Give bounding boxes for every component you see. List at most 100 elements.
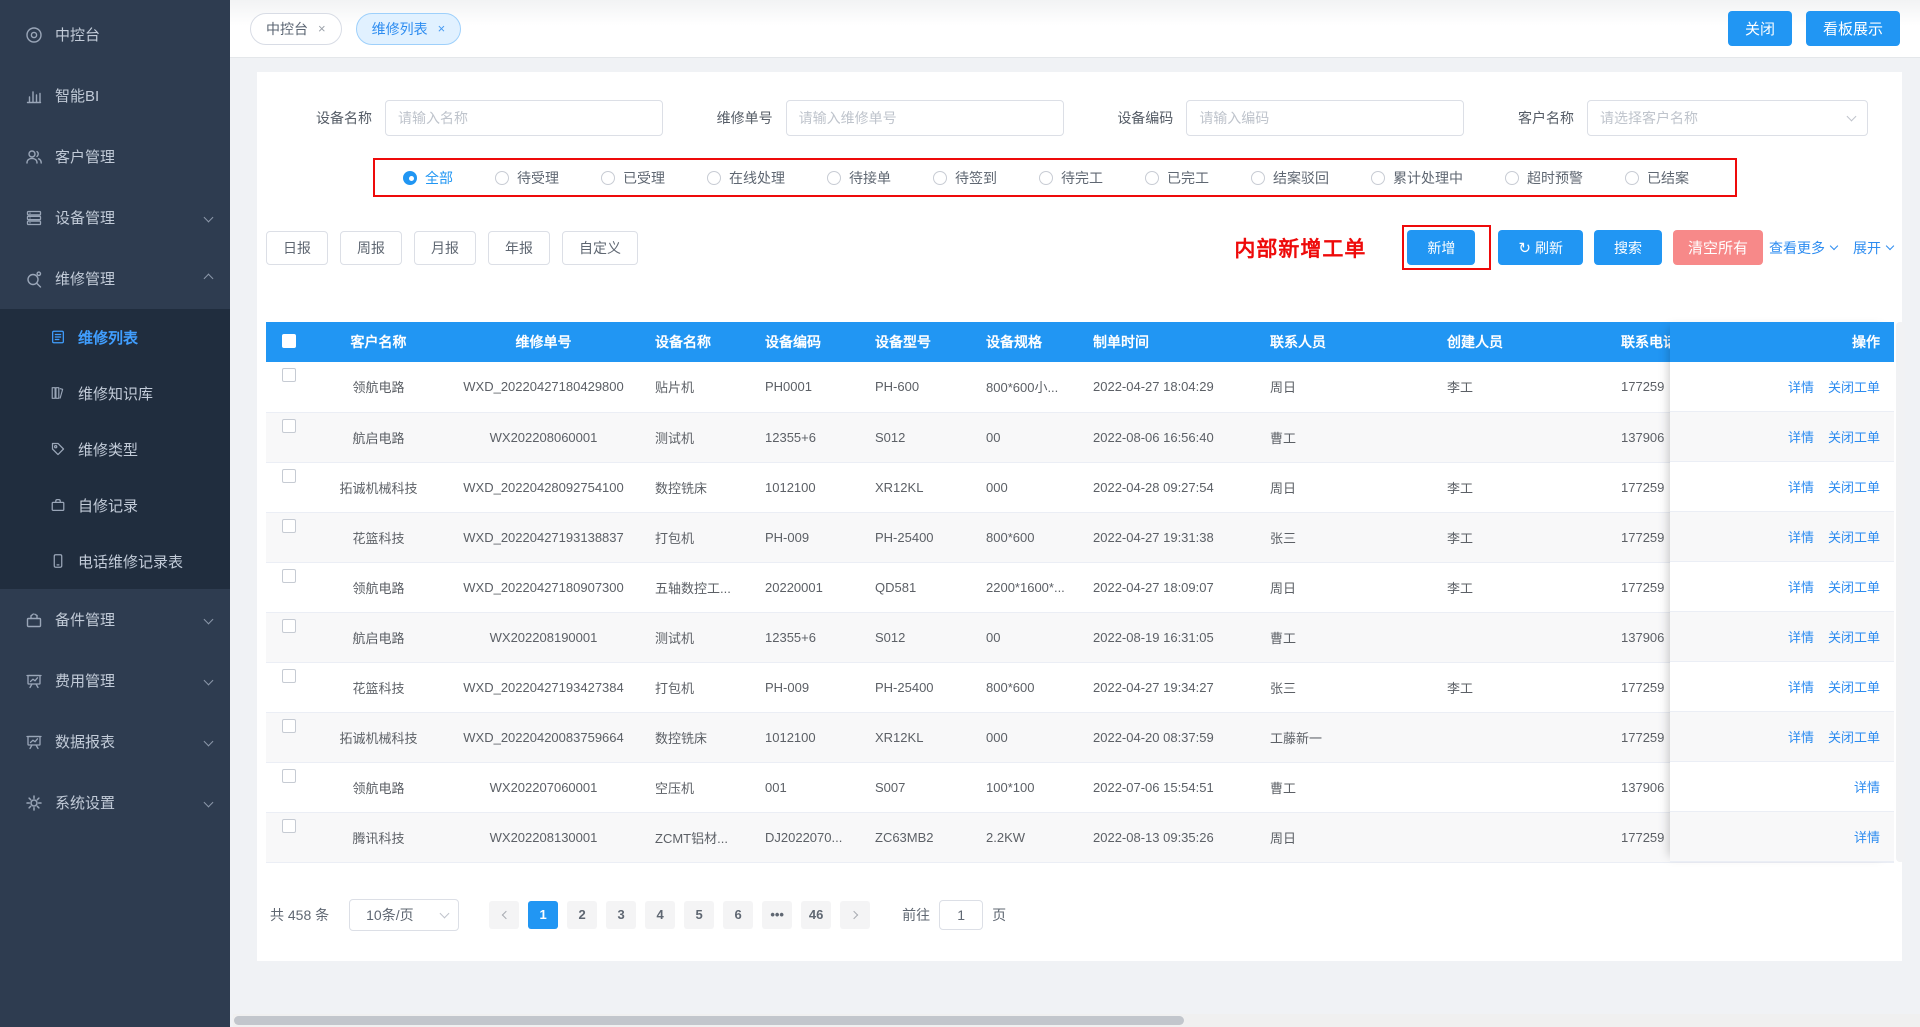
detail-link[interactable]: 详情: [1788, 377, 1814, 396]
close-order-link[interactable]: 关闭工单: [1828, 427, 1880, 446]
tab-console[interactable]: 中控台 ×: [250, 13, 342, 45]
sidebar-item-customers[interactable]: 客户管理: [0, 126, 230, 187]
device-name-input[interactable]: [385, 100, 663, 136]
close-order-link[interactable]: 关闭工单: [1828, 527, 1880, 546]
sidebar-item-spare-parts[interactable]: 备件管理: [0, 589, 230, 650]
cell-device-code: 12355+6: [751, 412, 861, 462]
detail-link[interactable]: 详情: [1854, 827, 1880, 846]
close-icon[interactable]: ×: [438, 21, 446, 36]
add-button[interactable]: 新增: [1407, 230, 1475, 265]
sidebar-item-console[interactable]: 中控台: [0, 4, 230, 65]
close-order-link[interactable]: 关闭工单: [1828, 577, 1880, 596]
detail-link[interactable]: 详情: [1788, 627, 1814, 646]
tab-repair-list[interactable]: 维修列表 ×: [356, 13, 462, 45]
status-radio[interactable]: 已受理: [601, 168, 665, 188]
clear-all-button[interactable]: 清空所有: [1673, 230, 1763, 265]
report-range-button[interactable]: 日报: [266, 231, 328, 265]
sidebar-item-settings[interactable]: 系统设置: [0, 772, 230, 833]
status-radio[interactable]: 累计处理中: [1371, 168, 1463, 188]
sidebar-item-repair[interactable]: 维修管理: [0, 248, 230, 309]
row-checkbox[interactable]: [282, 519, 296, 533]
page-number-button[interactable]: 1: [528, 901, 558, 929]
sidebar-item-reports[interactable]: 数据报表: [0, 711, 230, 772]
prev-page-button[interactable]: [489, 901, 519, 929]
view-more-link[interactable]: 查看更多: [1769, 238, 1837, 258]
status-radio[interactable]: 超时预警: [1505, 168, 1583, 188]
row-checkbox[interactable]: [282, 368, 296, 382]
status-radio[interactable]: 已完工: [1145, 168, 1209, 188]
status-radio[interactable]: 待受理: [495, 168, 559, 188]
column-header: 客户名称: [311, 322, 446, 362]
goto-page-input[interactable]: [939, 900, 983, 930]
refresh-button[interactable]: ↻ 刷新: [1498, 230, 1583, 265]
select-all-checkbox[interactable]: [282, 334, 296, 348]
row-checkbox[interactable]: [282, 819, 296, 833]
detail-link[interactable]: 详情: [1788, 577, 1814, 596]
vertical-scrollbar[interactable]: [1896, 322, 1905, 862]
page-number-button[interactable]: 5: [684, 901, 714, 929]
page-number-button[interactable]: 2: [567, 901, 597, 929]
report-range-button[interactable]: 月报: [414, 231, 476, 265]
repair-order-input[interactable]: [786, 100, 1064, 136]
detail-link[interactable]: 详情: [1788, 677, 1814, 696]
status-radio[interactable]: 结案驳回: [1251, 168, 1329, 188]
sidebar-item-repair-knowledge[interactable]: 维修知识库: [0, 365, 230, 421]
detail-link[interactable]: 详情: [1788, 427, 1814, 446]
sidebar-item-repair-type[interactable]: 维修类型: [0, 421, 230, 477]
row-checkbox[interactable]: [282, 719, 296, 733]
close-order-link[interactable]: 关闭工单: [1828, 377, 1880, 396]
report-range-button[interactable]: 自定义: [562, 231, 638, 265]
cell-device-code: 001: [751, 762, 861, 812]
close-button[interactable]: 关闭: [1728, 11, 1792, 46]
sidebar-item-self-repair[interactable]: 自修记录: [0, 477, 230, 533]
row-checkbox[interactable]: [282, 419, 296, 433]
page-number-button[interactable]: 3: [606, 901, 636, 929]
customer-name-select[interactable]: 请选择客户名称: [1587, 100, 1868, 136]
table-row: 领航电路 WX202207060001 空压机 001 S007 100*100…: [266, 762, 1894, 812]
status-radio[interactable]: 待接单: [827, 168, 891, 188]
device-code-input[interactable]: [1186, 100, 1464, 136]
detail-link[interactable]: 详情: [1788, 527, 1814, 546]
next-page-button[interactable]: [840, 901, 870, 929]
row-checkbox[interactable]: [282, 619, 296, 633]
row-checkbox[interactable]: [282, 569, 296, 583]
detail-link[interactable]: 详情: [1788, 477, 1814, 496]
page-number-button[interactable]: •••: [762, 901, 792, 929]
row-checkbox[interactable]: [282, 769, 296, 783]
report-range-button[interactable]: 周报: [340, 231, 402, 265]
expand-link[interactable]: 展开: [1853, 238, 1893, 258]
status-radio[interactable]: 已结案: [1625, 168, 1689, 188]
horizontal-scrollbar[interactable]: [233, 1014, 1920, 1027]
row-checkbox[interactable]: [282, 669, 296, 683]
status-radio[interactable]: 在线处理: [707, 168, 785, 188]
board-display-button[interactable]: 看板展示: [1806, 11, 1900, 46]
page-number-button[interactable]: 6: [723, 901, 753, 929]
sidebar-item-smart-bi[interactable]: 智能BI: [0, 65, 230, 126]
table-row: 拓诚机械科技 WXD_20220428092754100 数控铣床 101210…: [266, 462, 1894, 512]
sidebar-item-repair-list[interactable]: 维修列表: [0, 309, 230, 365]
status-radio[interactable]: 全部: [403, 168, 453, 188]
status-radio[interactable]: 待完工: [1039, 168, 1103, 188]
close-icon[interactable]: ×: [318, 21, 326, 36]
row-checkbox[interactable]: [282, 469, 296, 483]
status-radio[interactable]: 待签到: [933, 168, 997, 188]
close-order-link[interactable]: 关闭工单: [1828, 627, 1880, 646]
close-order-link[interactable]: 关闭工单: [1828, 477, 1880, 496]
chevron-down-icon: [204, 213, 214, 223]
page-number-button[interactable]: 46: [801, 901, 831, 929]
annotation-box: 新增: [1402, 225, 1491, 270]
sidebar-item-phone-repair-records[interactable]: 电话维修记录表: [0, 533, 230, 589]
close-order-link[interactable]: 关闭工单: [1828, 727, 1880, 746]
sidebar-item-label: 维修列表: [78, 327, 138, 348]
sidebar-item-devices[interactable]: 设备管理: [0, 187, 230, 248]
scrollbar-thumb[interactable]: [234, 1016, 1184, 1025]
page-size-select[interactable]: 10条/页: [349, 899, 459, 931]
report-range-button[interactable]: 年报: [488, 231, 550, 265]
detail-link[interactable]: 详情: [1788, 727, 1814, 746]
sidebar-item-costs[interactable]: 费用管理: [0, 650, 230, 711]
status-radio-label: 已受理: [623, 168, 665, 188]
search-button[interactable]: 搜索: [1594, 230, 1662, 265]
page-number-button[interactable]: 4: [645, 901, 675, 929]
close-order-link[interactable]: 关闭工单: [1828, 677, 1880, 696]
detail-link[interactable]: 详情: [1854, 777, 1880, 796]
